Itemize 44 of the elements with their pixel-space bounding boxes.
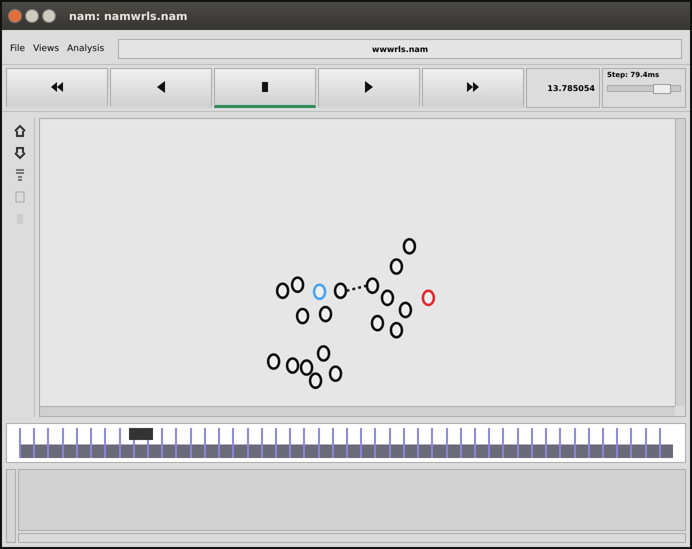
network-node[interactable] xyxy=(390,258,404,275)
window-title: nam: namwrls.nam xyxy=(69,10,188,22)
network-node[interactable] xyxy=(312,283,326,300)
fast-forward-icon xyxy=(466,81,480,93)
network-node[interactable] xyxy=(318,306,332,322)
network-node[interactable] xyxy=(334,282,348,300)
minimize-icon[interactable] xyxy=(25,9,39,23)
network-node[interactable] xyxy=(266,353,280,370)
menu-item[interactable]: File xyxy=(10,44,26,54)
horizontal-scrollbar[interactable] xyxy=(40,406,675,416)
network-node[interactable] xyxy=(276,282,290,300)
network-node[interactable] xyxy=(286,357,300,374)
network-node[interactable] xyxy=(422,290,436,306)
link-line xyxy=(346,284,367,292)
network-node[interactable] xyxy=(328,365,342,382)
time-marker[interactable] xyxy=(129,428,154,440)
vertical-scrollbar[interactable] xyxy=(675,119,685,406)
network-node[interactable] xyxy=(300,359,314,376)
horizontal-scrollbar[interactable] xyxy=(18,533,686,543)
step-slider[interactable] xyxy=(607,85,681,92)
network-node[interactable] xyxy=(366,277,380,294)
close-icon[interactable] xyxy=(8,9,22,23)
layout-icon[interactable] xyxy=(15,168,25,182)
network-node[interactable] xyxy=(398,302,412,318)
network-node[interactable] xyxy=(402,238,416,255)
slider-thumb[interactable] xyxy=(653,84,672,94)
rewind-icon xyxy=(50,81,64,93)
network-node[interactable] xyxy=(390,322,404,339)
network-node[interactable] xyxy=(370,314,384,332)
network-node[interactable] xyxy=(290,276,304,294)
menu-item[interactable]: Views xyxy=(33,44,60,54)
menu-item[interactable]: Analysis xyxy=(67,44,104,54)
stop-button[interactable] xyxy=(214,68,316,108)
vertical-scrollbar[interactable] xyxy=(6,469,16,543)
network-node[interactable] xyxy=(380,290,394,306)
zoom-in-icon[interactable] xyxy=(13,124,27,138)
network-node[interactable] xyxy=(296,308,310,324)
file-name-field: wwwrls.nam xyxy=(118,39,682,59)
network-node[interactable] xyxy=(316,345,330,362)
zoom-out-icon[interactable] xyxy=(13,146,27,160)
time-display: 13.785054 xyxy=(526,68,600,108)
timeline-bar[interactable] xyxy=(6,423,686,463)
maximize-icon[interactable] xyxy=(42,9,56,23)
network-node[interactable] xyxy=(308,372,322,390)
